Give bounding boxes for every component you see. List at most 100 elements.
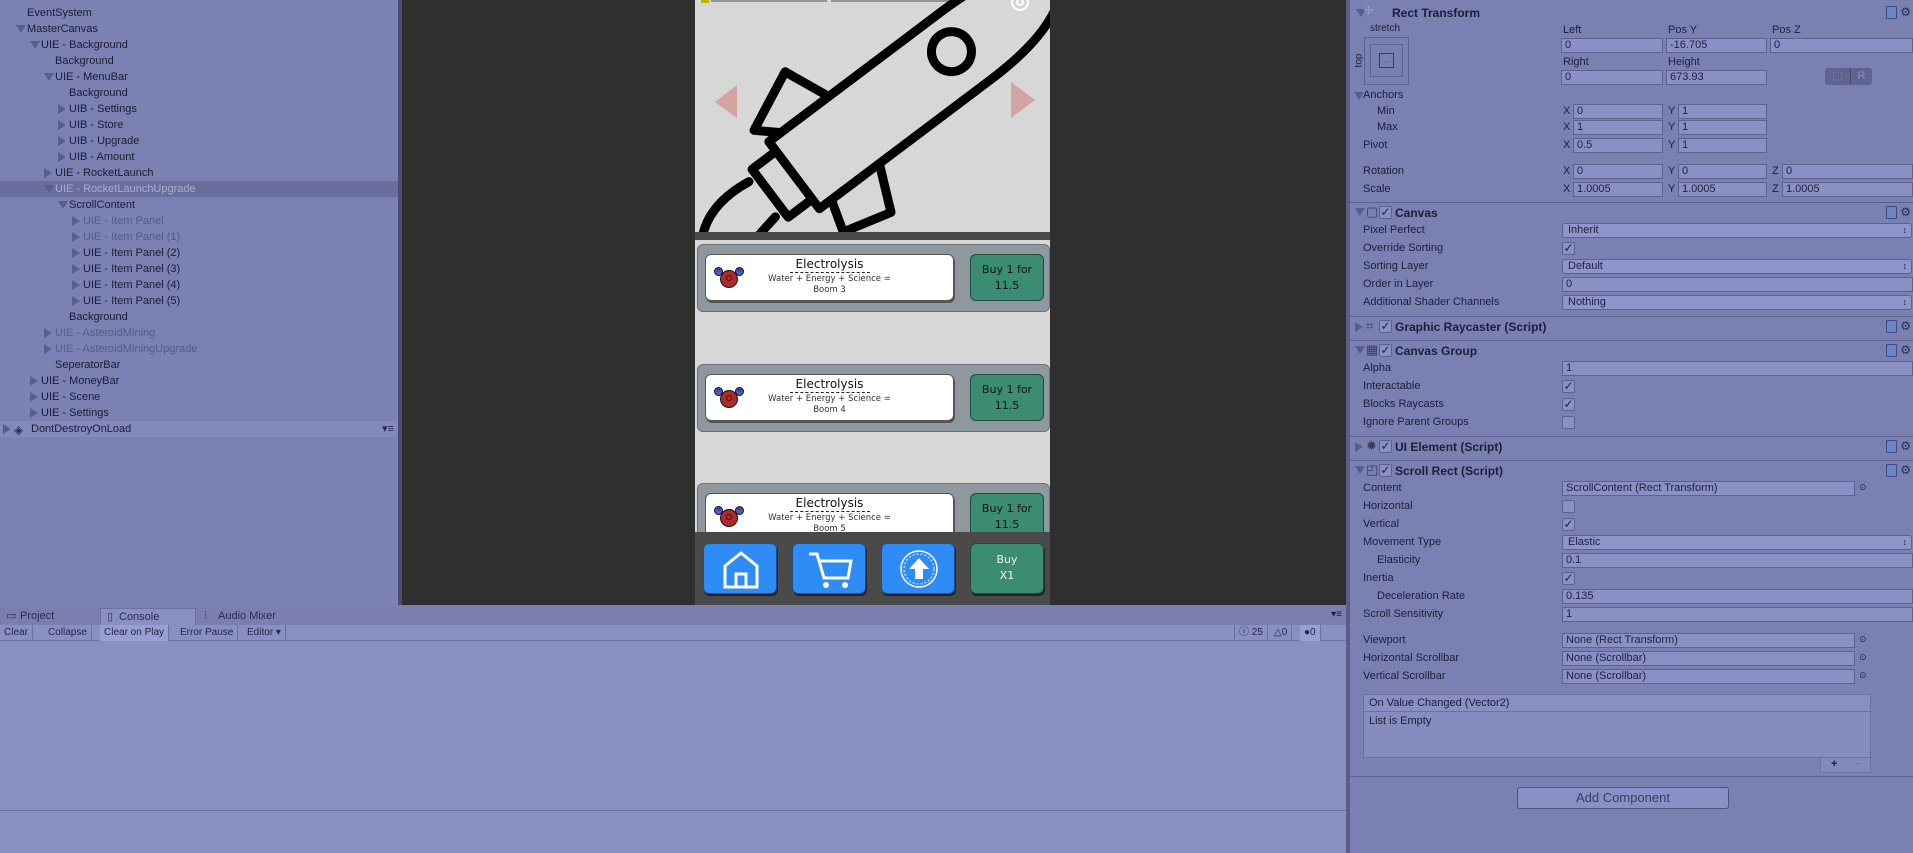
gear-icon[interactable]: ⚙ [1900, 205, 1911, 219]
hierarchy-item[interactable]: UIE - RocketLaunchUpgrade [0, 181, 398, 197]
hierarchy-item[interactable]: UIE - Item Panel [0, 213, 398, 229]
blocks-raycasts-checkbox[interactable]: ✓ [1562, 398, 1575, 411]
rect-transform-header[interactable]: ✣ Rect Transform ⚙ [1350, 3, 1913, 22]
component-header[interactable]: ✹ ✓ UI Element (Script) ⚙ [1350, 436, 1913, 455]
pos-y-field[interactable]: -16.705 [1666, 38, 1767, 53]
hierarchy-item[interactable]: UIE - RocketLaunch [0, 165, 398, 181]
height-field[interactable]: 673.93 [1666, 70, 1767, 85]
hierarchy-item[interactable]: UIE - AsteroidMiningUpgrade [0, 341, 398, 357]
hierarchy-item[interactable]: UIE - Background [0, 37, 398, 53]
collapse-arrow-icon[interactable] [1355, 466, 1365, 474]
hierarchy-item[interactable]: UIB - Upgrade [0, 133, 398, 149]
rot-x-field[interactable]: 0 [1573, 164, 1663, 179]
help-icon[interactable] [1886, 320, 1897, 333]
scale-y-field[interactable]: 1.0005 [1678, 182, 1767, 197]
max-y-field[interactable]: 1 [1678, 120, 1767, 135]
hierarchy-item[interactable]: Background [0, 85, 398, 101]
hierarchy-item[interactable]: Background [0, 53, 398, 69]
raw-edit-button[interactable]: R [1850, 68, 1872, 85]
expand-arrow-icon[interactable] [72, 264, 80, 274]
gear-icon[interactable]: ⚙ [1900, 343, 1911, 357]
alpha-field[interactable]: 1 [1562, 361, 1913, 376]
expand-arrow-icon[interactable] [58, 136, 66, 146]
collapse-arrow-icon[interactable] [1355, 346, 1365, 354]
log-count-toggle[interactable]: ⓘ 25 [1234, 625, 1268, 641]
expand-arrow-icon[interactable] [72, 216, 80, 226]
component-enabled-checkbox[interactable]: ✓ [1379, 320, 1392, 333]
help-icon[interactable] [1886, 440, 1897, 453]
help-icon[interactable] [1886, 344, 1897, 357]
warning-count-toggle[interactable]: △0 [1270, 625, 1293, 641]
tab-project[interactable]: ▭ Project [2, 608, 100, 625]
inertia-checkbox[interactable]: ✓ [1562, 572, 1575, 585]
hierarchy-item[interactable]: UIE - Item Panel (1) [0, 229, 398, 245]
expand-arrow-icon[interactable] [1355, 442, 1363, 452]
hierarchy-item[interactable]: UIB - Amount [0, 149, 398, 165]
expand-arrow-icon[interactable] [30, 408, 38, 418]
anchor-presets-button[interactable]: ↔ [1364, 37, 1409, 85]
gear-icon[interactable]: ⚙ [1900, 463, 1911, 477]
hierarchy-item[interactable]: SeperatorBar [0, 357, 398, 373]
expand-arrow-icon[interactable] [1355, 322, 1363, 332]
pos-z-field[interactable]: 0 [1770, 38, 1913, 53]
scene-menu-icon[interactable]: ▾≡ [382, 421, 394, 437]
clear-on-play-button[interactable]: Clear on Play [100, 625, 170, 641]
expand-arrow-icon[interactable] [3, 424, 11, 434]
scroll-sensitivity-field[interactable]: 1 [1562, 607, 1913, 622]
component-header[interactable]: ▦ ✓ Canvas Group ⚙ [1350, 340, 1913, 359]
expand-arrow-icon[interactable] [72, 296, 80, 306]
hierarchy-item[interactable]: UIE - Item Panel (3) [0, 261, 398, 277]
hierarchy-item[interactable]: MasterCanvas [0, 21, 398, 37]
pixel-perfect-dropdown[interactable]: Inherit [1562, 223, 1912, 238]
add-event-button[interactable]: + [1831, 758, 1837, 770]
gear-icon[interactable]: ⚙ [1900, 439, 1911, 453]
expand-arrow-icon[interactable] [44, 168, 52, 178]
collapse-arrow-icon[interactable] [44, 185, 54, 193]
min-x-field[interactable]: 0 [1573, 104, 1663, 119]
scene-root-row[interactable]: ◈ DontDestroyOnLoad ▾≡ [0, 421, 398, 437]
clear-button[interactable]: Clear [0, 625, 33, 641]
home-button[interactable] [703, 543, 777, 594]
editor-dropdown[interactable]: Editor ▾ [243, 625, 286, 641]
hierarchy-item[interactable]: UIE - Scene [0, 389, 398, 405]
hierarchy-item[interactable]: UIE - MoneyBar [0, 373, 398, 389]
vertical-scrollbar-picker-icon[interactable]: ⊙ [1859, 670, 1867, 681]
vertical-checkbox[interactable]: ✓ [1562, 518, 1575, 531]
horizontal-scrollbar-picker-icon[interactable]: ⊙ [1859, 652, 1867, 663]
deceleration-rate-field[interactable]: 0.135 [1562, 589, 1913, 604]
tab-audio-mixer[interactable]: ⫶ Audio Mixer [200, 608, 300, 625]
collapse-arrow-icon[interactable] [30, 41, 40, 49]
expand-arrow-icon[interactable] [58, 120, 66, 130]
hierarchy-item[interactable]: EventSystem [0, 5, 398, 21]
component-header[interactable]: ◰ ✓ Scroll Rect (Script) ⚙ [1350, 460, 1913, 479]
hierarchy-item[interactable]: Background [0, 309, 398, 325]
order-in-layer-field[interactable]: 0 [1562, 277, 1913, 292]
hierarchy-item[interactable]: UIB - Settings [0, 101, 398, 117]
content-picker-icon[interactable]: ⊙ [1859, 482, 1867, 493]
expand-arrow-icon[interactable] [58, 152, 66, 162]
upgrade-button[interactable] [881, 543, 955, 594]
rot-y-field[interactable]: 0 [1678, 164, 1767, 179]
right-field[interactable]: 0 [1561, 70, 1663, 85]
interactable-checkbox[interactable]: ✓ [1562, 380, 1575, 393]
component-header[interactable]: ▢ ✓ Canvas ⚙ [1350, 202, 1913, 221]
expand-arrow-icon[interactable] [58, 104, 66, 114]
pivot-x-field[interactable]: 0.5 [1573, 138, 1663, 153]
expand-arrow-icon[interactable] [72, 280, 80, 290]
component-enabled-checkbox[interactable]: ✓ [1379, 206, 1392, 219]
expand-arrow-icon[interactable] [44, 344, 52, 354]
error-pause-button[interactable]: Error Pause [176, 625, 239, 641]
expand-arrow-icon[interactable] [30, 376, 38, 386]
buy-button[interactable]: Buy 1 for 11.5 [970, 374, 1044, 421]
hierarchy-item[interactable]: UIE - Settings [0, 405, 398, 421]
horizontal-scrollbar-object-field[interactable]: None (Scrollbar) [1562, 651, 1855, 666]
gear-icon[interactable]: ⚙ [1900, 5, 1911, 19]
ignore-parent-groups-checkbox[interactable] [1562, 416, 1575, 429]
hierarchy-item[interactable]: UIE - MenuBar [0, 69, 398, 85]
hierarchy-item[interactable]: UIE - Item Panel (2) [0, 245, 398, 261]
expand-arrow-icon[interactable] [72, 232, 80, 242]
max-x-field[interactable]: 1 [1573, 120, 1663, 135]
expand-arrow-icon[interactable] [30, 392, 38, 402]
tab-console[interactable]: ▯ Console [100, 608, 196, 625]
hierarchy-item[interactable]: UIE - AsteroidMining [0, 325, 398, 341]
